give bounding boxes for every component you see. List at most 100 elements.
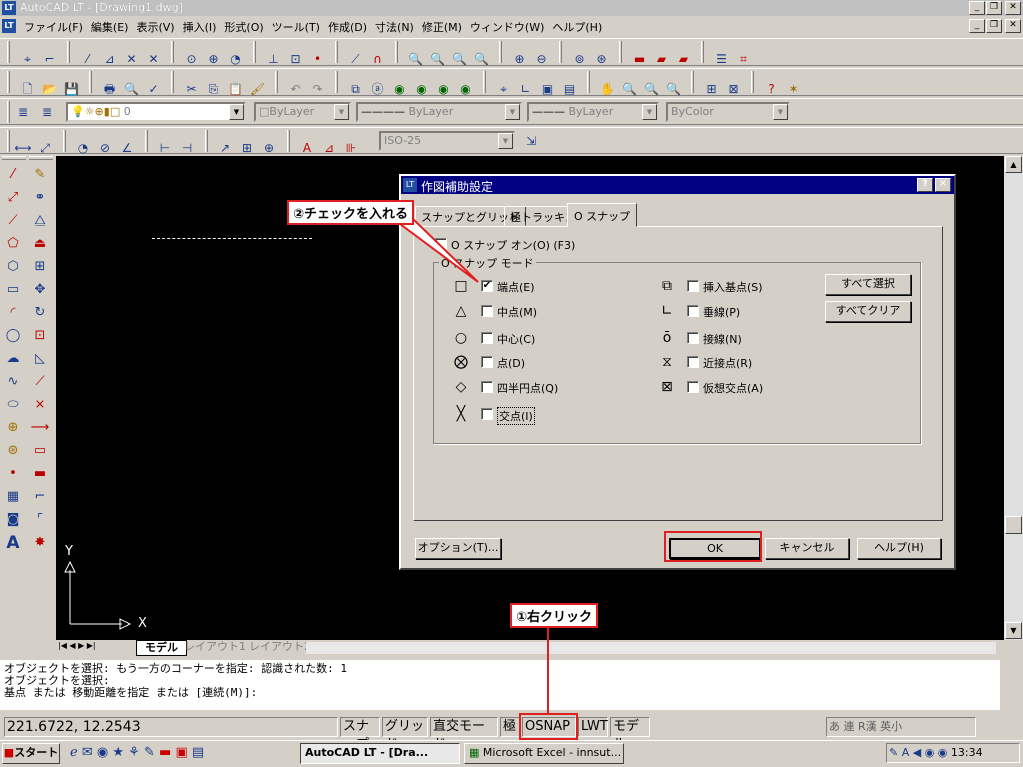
locate-icon[interactable]: ⌗ <box>733 48 755 70</box>
polygon2-icon[interactable]: ⬡ <box>1 256 25 278</box>
channels-icon[interactable]: ◉ <box>97 745 108 760</box>
help-icon[interactable]: ? <box>761 78 783 100</box>
redo-icon[interactable]: ↷ <box>307 78 329 100</box>
preview-icon[interactable]: 🔍 <box>121 78 143 100</box>
stretch-icon[interactable]: ◺ <box>28 348 52 370</box>
tray-icons[interactable]: ✎ A ◀ ◉ ◉ <box>889 746 951 759</box>
grid-toggle[interactable]: グリッド <box>382 717 428 752</box>
a-icon[interactable]: ⓐ <box>367 78 389 100</box>
outlook-icon[interactable]: ✉ <box>82 745 93 760</box>
menu-item-8[interactable]: 修正(M) <box>418 16 466 38</box>
web2-icon[interactable]: ◉ <box>411 78 433 100</box>
ie-icon[interactable]: ℯ <box>70 745 78 760</box>
layer-manager-icon[interactable]: ≣ <box>12 101 34 123</box>
save-icon[interactable]: 💾 <box>61 78 83 100</box>
break-icon[interactable]: ▭ <box>28 440 52 462</box>
aerial-icon[interactable]: ▣ <box>537 78 559 100</box>
undo-icon[interactable]: ↶ <box>285 78 307 100</box>
app-icon-4[interactable]: ▬ <box>159 745 171 760</box>
clear-all-button[interactable]: すべてクリア <box>825 301 911 322</box>
ortho-toggle[interactable]: 直交モード <box>430 717 498 752</box>
ime-mode[interactable]: あ <box>829 720 840 733</box>
menu-item-7[interactable]: 寸法(N) <box>371 16 418 38</box>
web-icon[interactable]: ◉ <box>389 78 411 100</box>
menu-item-3[interactable]: 挿入(I) <box>179 16 221 38</box>
scroll-down-button[interactable]: ▼ <box>1005 622 1022 639</box>
vertical-scrollbar[interactable]: ▲ ▼ <box>1004 156 1023 640</box>
insertion-checkbox[interactable] <box>687 280 699 292</box>
zoom-window-icon[interactable]: 🔍 <box>427 48 449 70</box>
copy-icon[interactable]: ⎘ <box>203 78 225 100</box>
command-window[interactable]: オブジェクトを選択: もう一方のコーナーを指定: 認識された数: 1 オブジェク… <box>0 660 1000 710</box>
extend-icon[interactable]: ⟶ <box>28 417 52 439</box>
fillet-icon[interactable]: ⌜ <box>28 509 52 531</box>
lwt-toggle[interactable]: LWT <box>578 717 608 737</box>
designcenter-icon[interactable]: ⊠ <box>723 78 745 100</box>
app-icon-5[interactable]: ▣ <box>175 745 187 760</box>
app-icon-3[interactable]: ✎ <box>144 745 155 760</box>
intersection-checkbox[interactable] <box>481 408 493 420</box>
properties-icon[interactable]: ⊞ <box>701 78 723 100</box>
app-icon-2[interactable]: ⚘ <box>128 745 140 760</box>
midpoint-icon[interactable]: ⊿ <box>99 48 121 70</box>
osnap-on-checkbox[interactable] <box>435 238 447 250</box>
node-icon[interactable]: • <box>307 48 329 70</box>
copy-obj-icon[interactable]: ⚭ <box>28 187 52 209</box>
lineweight-combo[interactable]: ——— ByLayer ▼ <box>527 102 659 122</box>
task-autocad[interactable]: AutoCAD LT - [Dra... <box>300 743 460 764</box>
scroll-up-button[interactable]: ▲ <box>1005 156 1022 173</box>
center-icon[interactable]: ⊙ <box>181 48 203 70</box>
select-all-button[interactable]: すべて選択 <box>825 274 911 295</box>
scale-icon[interactable]: ⊡ <box>28 325 52 347</box>
zoom-center-icon[interactable]: 🔍 <box>471 48 493 70</box>
quadrant-icon[interactable]: ⊕ <box>203 48 225 70</box>
spell-icon[interactable]: ✓ <box>143 78 165 100</box>
perpendicular-icon[interactable]: ⊥ <box>263 48 285 70</box>
model-toggle[interactable]: モデル <box>610 717 650 752</box>
new-icon[interactable]: 🗋 <box>17 78 39 100</box>
center-checkbox[interactable] <box>481 332 493 344</box>
hyperlink-icon[interactable]: ⧉ <box>345 78 367 100</box>
insert-block-icon[interactable]: ⊕ <box>1 417 25 439</box>
doc-restore-button[interactable]: ❐ <box>986 19 1002 33</box>
linetype-combo[interactable]: ———— ByLayer ▼ <box>356 102 522 122</box>
xline-icon[interactable]: ⤢ <box>1 187 25 209</box>
dialog-close-button[interactable]: ✕ <box>935 178 951 192</box>
open-icon[interactable]: 📂 <box>39 78 61 100</box>
zoom-all-icon[interactable]: ⊚ <box>569 48 591 70</box>
ime-kanji[interactable]: R漢 <box>858 720 877 733</box>
whats-new-icon[interactable]: ✶ <box>783 78 805 100</box>
intersection-icon[interactable]: ✕ <box>121 48 143 70</box>
spline-icon[interactable]: ∿ <box>1 371 25 393</box>
none-icon[interactable]: ∩ <box>367 48 389 70</box>
make-block-icon[interactable]: ⊛ <box>1 440 25 462</box>
nearest-checkbox[interactable] <box>687 356 699 368</box>
doc-minimize-button[interactable]: _ <box>969 19 985 33</box>
mirror-icon[interactable]: ⧋ <box>28 210 52 232</box>
dimstyle-icon[interactable]: ⇲ <box>520 130 542 152</box>
node-checkbox[interactable] <box>481 356 493 368</box>
horizontal-scrollbar[interactable] <box>306 642 996 654</box>
help-button[interactable]: ヘルプ(H) <box>857 538 941 559</box>
start-button[interactable]: ■スタート <box>2 743 60 764</box>
offset-icon[interactable]: ⏏ <box>28 233 52 255</box>
point-icon[interactable]: • <box>1 463 25 485</box>
chamfer-icon[interactable]: ⌐ <box>28 486 52 508</box>
perpendicular-checkbox[interactable] <box>687 305 699 317</box>
zoom-out-icon[interactable]: ⊖ <box>531 48 553 70</box>
list-icon[interactable]: ☰ <box>711 48 733 70</box>
area-icon[interactable]: ▰ <box>651 48 673 70</box>
ime-bar[interactable]: あ 連 R漢 英小 <box>826 717 976 737</box>
region-icon[interactable]: ◙ <box>1 509 25 531</box>
named-views-icon[interactable]: ▤ <box>559 78 581 100</box>
endpoint-icon[interactable]: ⁄ <box>77 48 99 70</box>
options-button[interactable]: オプション(T)... <box>415 538 501 559</box>
endpoint-checkbox[interactable]: ✔ <box>481 280 493 292</box>
move-icon[interactable]: ✥ <box>28 279 52 301</box>
app-icon[interactable]: LT <box>2 1 16 15</box>
pan-icon[interactable]: ✋ <box>597 78 619 100</box>
from-icon[interactable]: ⌐ <box>39 48 61 70</box>
apparent-checkbox[interactable] <box>687 381 699 393</box>
menu-item-10[interactable]: ヘルプ(H) <box>548 16 606 38</box>
cut-icon[interactable]: ✂ <box>181 78 203 100</box>
